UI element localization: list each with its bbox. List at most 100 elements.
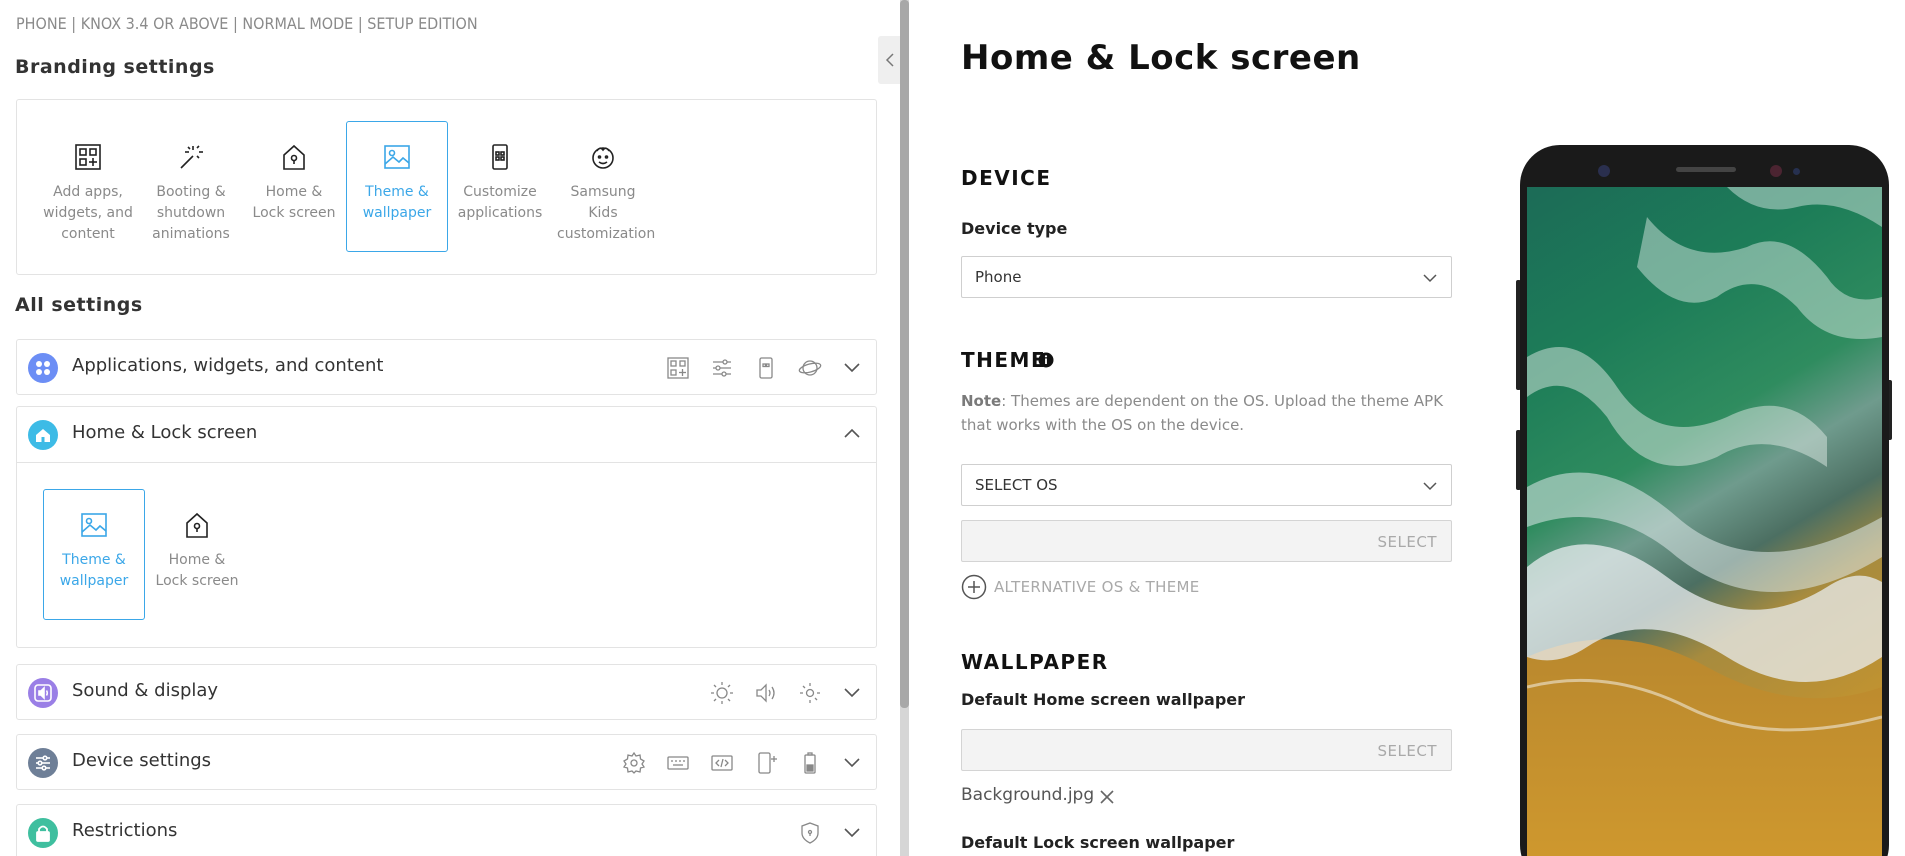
branding-tile-label: Add apps, widgets, and content <box>43 184 133 242</box>
phone-preview <box>1520 145 1889 856</box>
chevron-down-icon <box>1423 274 1437 283</box>
branding-tile-label: Customize applications <box>457 184 543 221</box>
planet-icon <box>798 360 822 376</box>
subtile-home-lock-screen[interactable]: Home & Lock screen <box>146 489 248 620</box>
settings-row-sound-display[interactable]: Sound & display <box>16 664 877 720</box>
chevron-up-icon[interactable] <box>842 424 862 444</box>
edition-label: PHONE | KNOX 3.4 OR ABOVE | NORMAL MODE … <box>16 14 478 33</box>
branding-settings-title: Branding settings <box>15 56 215 78</box>
wallpaper-preview-image <box>1527 187 1882 856</box>
volume-icon <box>756 683 775 703</box>
os-select[interactable]: SELECT OS <box>961 464 1452 506</box>
settings-row-label: Applications, widgets, and content <box>72 355 384 376</box>
branding-tile-label: Home & Lock screen <box>252 184 336 221</box>
gear-icon <box>622 751 646 774</box>
device-section-title: DEVICE <box>961 166 1052 190</box>
chevron-down-icon[interactable] <box>842 682 862 702</box>
home-wallpaper-file-select[interactable]: SELECT <box>961 729 1452 771</box>
close-icon[interactable] <box>1097 787 1117 807</box>
theme-select-button[interactable]: SELECT <box>1378 533 1437 551</box>
apps-grid-icon <box>75 144 101 170</box>
collapse-panel-button[interactable] <box>878 36 902 84</box>
add-circle-icon <box>961 574 987 600</box>
phone-apps-icon <box>492 144 508 170</box>
magic-wand-icon <box>180 145 203 169</box>
settings-row-label: Sound & display <box>72 680 219 701</box>
settings-detail-panel: Home & Lock screen DEVICE Device type Ph… <box>909 0 1905 856</box>
phone-camera <box>1598 165 1610 177</box>
sliders-icon <box>713 359 731 377</box>
settings-navigation-panel: PHONE | KNOX 3.4 OR ABOVE | NORMAL MODE … <box>0 0 895 856</box>
page-title: Home & Lock screen <box>961 38 1361 78</box>
display-light-icon <box>800 683 820 703</box>
chevron-down-icon[interactable] <box>842 752 862 772</box>
code-icon <box>711 755 733 771</box>
branding-tile-add-apps[interactable]: Add apps, widgets, and content <box>37 121 139 252</box>
left-panel-scrollbar-thumb[interactable] <box>900 0 909 708</box>
settings-row-device-settings[interactable]: Device settings <box>16 734 877 790</box>
settings-row-label: Device settings <box>72 750 212 771</box>
chevron-left-icon <box>885 53 894 67</box>
apps-grid-icon <box>667 357 689 379</box>
device-settings-category-icon <box>28 748 58 778</box>
shield-icon <box>801 822 819 844</box>
phone-sensor <box>1770 165 1782 177</box>
branding-tile-theme-wallpaper[interactable]: Theme & wallpaper <box>346 121 448 252</box>
branding-tile-label: Theme & wallpaper <box>362 184 432 221</box>
settings-row-home-lock[interactable]: Home & Lock screen <box>17 407 876 463</box>
all-settings-title: All settings <box>15 294 143 316</box>
sound-category-icon <box>28 678 58 708</box>
lock-wallpaper-label: Default Lock screen wallpaper <box>961 833 1235 852</box>
kids-face-icon <box>592 147 614 169</box>
settings-row-label: Home & Lock screen <box>72 422 258 443</box>
keyboard-icon <box>667 756 689 770</box>
branding-tile-home-lock[interactable]: Home & Lock screen <box>243 121 345 252</box>
settings-row-applications[interactable]: Applications, widgets, and content <box>16 339 877 395</box>
phone-apps-icon <box>759 357 773 379</box>
theme-section-header: THEME <box>961 348 1054 374</box>
phone-sensor <box>1793 168 1800 175</box>
device-type-select[interactable]: Phone <box>961 256 1452 298</box>
home-category-icon <box>28 420 58 450</box>
device-type-value: Phone <box>975 268 1022 286</box>
brightness-icon <box>711 682 733 704</box>
lock-category-icon <box>28 818 58 848</box>
subtile-label: Theme & wallpaper <box>59 552 129 589</box>
chevron-down-icon[interactable] <box>842 357 862 377</box>
settings-row-label: Restrictions <box>72 820 178 841</box>
branding-tile-samsung-kids[interactable]: Samsung Kids customization <box>552 121 656 252</box>
theme-note-text: : Themes are dependent on the OS. Upload… <box>961 392 1444 434</box>
subtile-label: Home & Lock screen <box>155 552 239 589</box>
os-select-value: SELECT OS <box>975 476 1058 494</box>
settings-row-home-lock-expanded: Home & Lock screen Theme & wallpaper Hom… <box>16 406 877 648</box>
alternative-os-theme-label: ALTERNATIVE OS & THEME <box>994 578 1200 596</box>
home-wallpaper-label: Default Home screen wallpaper <box>961 690 1246 709</box>
branding-tile-customize-apps[interactable]: Customize applications <box>449 121 551 252</box>
chevron-down-icon[interactable] <box>842 822 862 842</box>
theme-note-label: Note <box>961 392 1002 410</box>
phone-add-icon <box>758 752 777 774</box>
branding-tiles-box: Add apps, widgets, and content Booting &… <box>16 99 877 275</box>
branding-tile-label: Samsung Kids customization <box>557 184 656 242</box>
wallpaper-file-name: Background.jpg <box>961 785 1095 805</box>
apps-category-icon <box>28 353 58 383</box>
home-lock-icon <box>283 144 305 170</box>
info-icon[interactable] <box>1038 352 1054 368</box>
home-wallpaper-select-button[interactable]: SELECT <box>1378 742 1437 760</box>
theme-note: Note: Themes are dependent on the OS. Up… <box>961 389 1461 437</box>
device-type-label: Device type <box>961 219 1068 238</box>
branding-tile-booting[interactable]: Booting & shutdown animations <box>140 121 242 252</box>
wallpaper-section-title: WALLPAPER <box>961 650 1109 674</box>
chevron-down-icon <box>1423 482 1437 491</box>
wallpaper-file-chip: Background.jpg <box>961 785 1114 809</box>
phone-speaker <box>1676 167 1736 172</box>
image-icon <box>81 513 107 537</box>
settings-row-restrictions[interactable]: Restrictions <box>16 804 877 856</box>
home-lock-icon <box>186 512 208 538</box>
branding-tile-label: Booting & shutdown animations <box>152 184 230 242</box>
subtile-theme-wallpaper[interactable]: Theme & wallpaper <box>43 489 145 620</box>
image-icon <box>384 145 410 169</box>
battery-icon <box>804 752 816 774</box>
theme-file-select[interactable]: SELECT <box>961 520 1452 562</box>
theme-section-title: THEME <box>961 348 1047 372</box>
